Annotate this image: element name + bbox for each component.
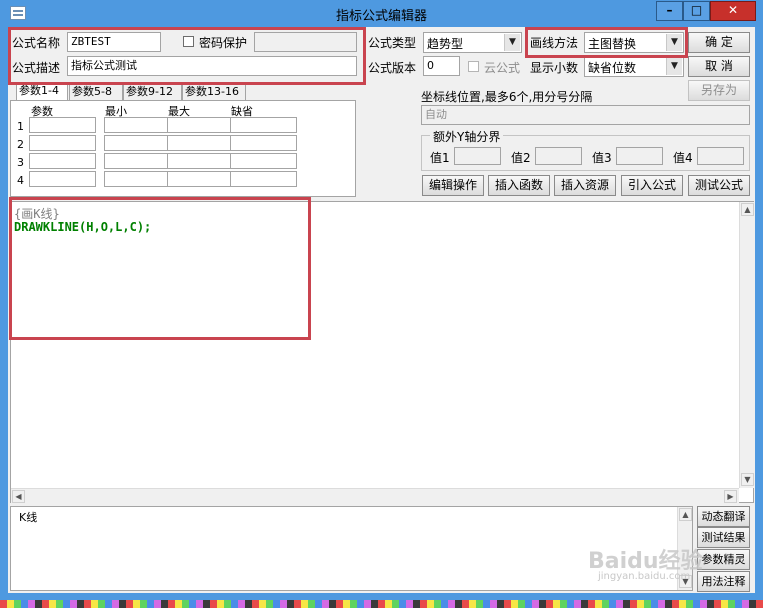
formula-desc-label: 公式描述 xyxy=(12,61,61,75)
cloud-checkbox[interactable] xyxy=(468,61,479,72)
param-max-input[interactable] xyxy=(167,135,234,151)
import-formula-button[interactable]: 引入公式 xyxy=(621,175,683,196)
value-2-input[interactable] xyxy=(535,147,582,165)
tab-params-5-8[interactable]: 参数5-8 xyxy=(69,83,123,100)
formula-type-label: 公式类型 xyxy=(368,36,417,50)
param-min-input[interactable] xyxy=(104,153,171,169)
axis-position-input[interactable]: 自动 xyxy=(421,105,750,125)
formula-type-value: 趋势型 xyxy=(427,37,464,51)
param-max-input[interactable] xyxy=(167,171,234,187)
editor-window: 指标公式编辑器 – □ ✕ 公式名称 ZBTEST 密码保护 公式类型 趋势型 … xyxy=(0,0,763,600)
draw-method-select[interactable]: 主图替换 ▼ xyxy=(584,32,684,53)
formula-version-input[interactable]: 0 xyxy=(423,56,460,76)
param-wizard-button[interactable]: 参数精灵 xyxy=(697,549,750,570)
scroll-left-arrow-icon[interactable]: ◀ xyxy=(12,490,25,503)
param-min-input[interactable] xyxy=(104,135,171,151)
password-input[interactable] xyxy=(254,32,357,52)
row-number: 3 xyxy=(17,156,24,169)
code-editor[interactable]: {画K线} DRAWKLINE(H,O,L,C); ▲ ▼ ◀ ▶ xyxy=(10,201,754,503)
extra-y-axis-group: 额外Y轴分界 值1 值2 值3 值4 xyxy=(421,128,750,171)
password-label: 密码保护 xyxy=(199,36,248,50)
param-name-input[interactable] xyxy=(29,117,96,133)
param-default-input[interactable] xyxy=(230,171,297,187)
extra-y-axis-title: 额外Y轴分界 xyxy=(430,128,504,145)
value-1-input[interactable] xyxy=(454,147,501,165)
chevron-down-icon: ▼ xyxy=(504,34,520,51)
draw-method-label: 画线方法 xyxy=(530,36,579,50)
chevron-down-icon: ▼ xyxy=(666,58,682,75)
taskbar-strip xyxy=(0,600,763,608)
value-3-label: 值3 xyxy=(592,151,612,165)
code-line: DRAWKLINE(H,O,L,C); xyxy=(14,220,152,234)
row-number: 1 xyxy=(17,120,24,133)
formula-name-input[interactable]: ZBTEST xyxy=(67,32,161,52)
dynamic-translate-button[interactable]: 动态翻译 xyxy=(697,506,750,527)
close-button[interactable]: ✕ xyxy=(710,1,756,21)
param-name-input[interactable] xyxy=(29,153,96,169)
watermark-url: jingyan.baidu.com xyxy=(598,571,691,582)
formula-name-label: 公式名称 xyxy=(12,36,61,50)
insert-resource-button[interactable]: 插入资源 xyxy=(554,175,616,196)
param-max-input[interactable] xyxy=(167,153,234,169)
formula-type-select[interactable]: 趋势型 ▼ xyxy=(423,32,522,53)
scroll-right-arrow-icon[interactable]: ▶ xyxy=(724,490,737,503)
tab-params-9-12[interactable]: 参数9-12 xyxy=(123,83,182,100)
password-checkbox[interactable] xyxy=(183,36,194,47)
value-3-input[interactable] xyxy=(616,147,663,165)
editor-vertical-scrollbar[interactable]: ▲ ▼ xyxy=(739,202,754,488)
scroll-up-arrow-icon[interactable]: ▲ xyxy=(741,203,754,216)
param-min-input[interactable] xyxy=(104,171,171,187)
test-formula-button[interactable]: 测试公式 xyxy=(688,175,750,196)
param-min-input[interactable] xyxy=(104,117,171,133)
decimal-select[interactable]: 缺省位数 ▼ xyxy=(584,56,684,77)
scroll-up-arrow-icon[interactable]: ▲ xyxy=(679,508,692,521)
chevron-down-icon: ▼ xyxy=(666,34,682,51)
draw-method-value: 主图替换 xyxy=(588,37,637,51)
value-4-input[interactable] xyxy=(697,147,744,165)
value-2-label: 值2 xyxy=(511,151,531,165)
test-result-button[interactable]: 测试结果 xyxy=(697,527,750,548)
title-bar[interactable]: 指标公式编辑器 – □ ✕ xyxy=(0,0,763,26)
row-number: 2 xyxy=(17,138,24,151)
minimize-button[interactable]: – xyxy=(656,1,683,21)
usage-note-button[interactable]: 用法注释 xyxy=(697,571,750,592)
insert-function-button[interactable]: 插入函数 xyxy=(488,175,550,196)
cloud-label: 云公式 xyxy=(484,61,521,75)
formula-desc-input[interactable]: 指标公式测试 xyxy=(67,56,357,76)
param-default-input[interactable] xyxy=(230,135,297,151)
tab-params-13-16[interactable]: 参数13-16 xyxy=(182,83,246,100)
param-default-input[interactable] xyxy=(230,153,297,169)
params-panel: 参数 最小 最大 缺省 1 2 3 4 xyxy=(10,100,356,197)
editor-horizontal-scrollbar[interactable]: ◀ ▶ xyxy=(11,488,739,503)
param-name-input[interactable] xyxy=(29,135,96,151)
maximize-button[interactable]: □ xyxy=(683,1,710,21)
decimal-value: 缺省位数 xyxy=(588,61,637,75)
client-area: 公式名称 ZBTEST 密码保护 公式类型 趋势型 ▼ 画线方法 主图替换 ▼ … xyxy=(8,27,755,593)
scroll-down-arrow-icon[interactable]: ▼ xyxy=(741,473,754,486)
param-default-input[interactable] xyxy=(230,117,297,133)
ok-button[interactable]: 确 定 xyxy=(688,32,750,53)
save-as-button[interactable]: 另存为 xyxy=(688,80,750,101)
decimal-label: 显示小数 xyxy=(530,61,579,75)
edit-operations-button[interactable]: 编辑操作 xyxy=(422,175,484,196)
formula-version-label: 公式版本 xyxy=(368,61,417,75)
value-4-label: 值4 xyxy=(673,151,693,165)
cancel-button[interactable]: 取 消 xyxy=(688,56,750,77)
param-max-input[interactable] xyxy=(167,117,234,133)
output-text: K线 xyxy=(19,511,38,524)
row-number: 4 xyxy=(17,174,24,187)
param-name-input[interactable] xyxy=(29,171,96,187)
window-title: 指标公式编辑器 xyxy=(335,9,427,24)
value-1-label: 值1 xyxy=(430,151,450,165)
axis-position-label: 坐标线位置,最多6个,用分号分隔 xyxy=(421,90,593,104)
tab-params-1-4[interactable]: 参数1-4 xyxy=(16,82,68,101)
